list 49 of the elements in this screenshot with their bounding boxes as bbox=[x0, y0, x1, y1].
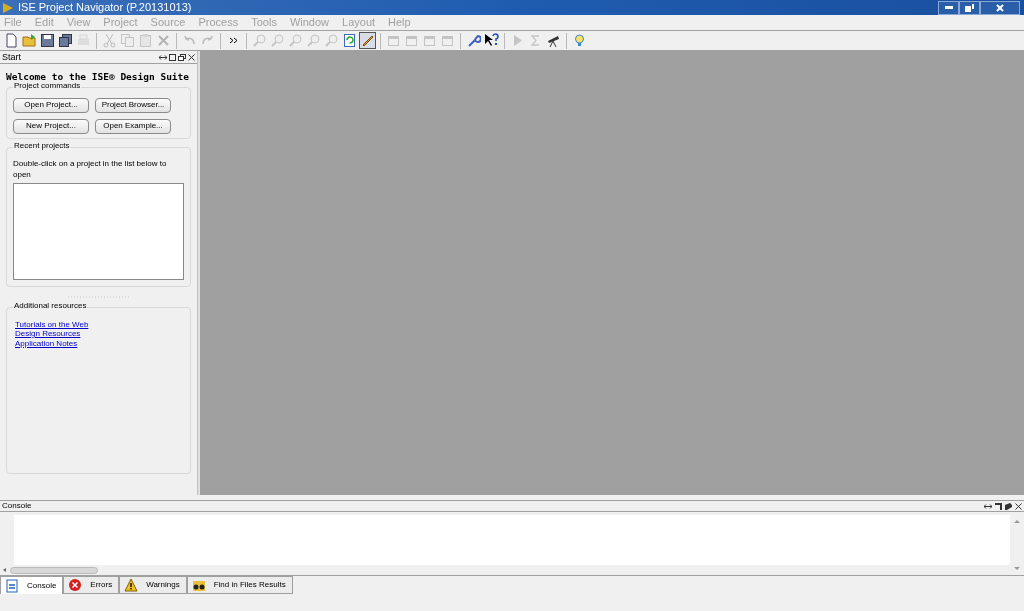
scroll-thumb[interactable] bbox=[10, 566, 98, 574]
arrows-icon[interactable] bbox=[984, 502, 992, 510]
scroll-down-icon[interactable] bbox=[1013, 566, 1021, 571]
group-title: Recent projects bbox=[13, 141, 71, 150]
command-button[interactable]: Open Example... bbox=[95, 118, 171, 134]
console-icon bbox=[5, 578, 19, 593]
wrench-icon[interactable] bbox=[466, 33, 481, 48]
close-icon[interactable] bbox=[1015, 502, 1022, 510]
resource-link[interactable]: Tutorials on the Web bbox=[15, 319, 89, 329]
panel-tab[interactable]: Find in Files Results bbox=[186, 576, 293, 594]
command-button[interactable]: Project Browser... bbox=[95, 97, 171, 113]
telescope-icon[interactable] bbox=[546, 33, 561, 48]
group-title: Project commands bbox=[13, 81, 82, 90]
dock-icon[interactable] bbox=[995, 502, 1002, 510]
warning-icon bbox=[124, 578, 139, 592]
app-logo-icon bbox=[2, 1, 14, 14]
welcome-heading: Welcome to the ISE® Design Suite bbox=[6, 72, 191, 82]
recent-list[interactable] bbox=[13, 182, 184, 280]
panel-tab[interactable]: Warnings bbox=[119, 576, 187, 594]
close-icon[interactable] bbox=[188, 53, 195, 61]
document-icon[interactable] bbox=[4, 33, 19, 48]
close-icon bbox=[996, 3, 1004, 12]
resource-link[interactable]: Design Resources bbox=[15, 329, 81, 339]
binoculars-icon bbox=[191, 578, 206, 592]
restore-button[interactable] bbox=[959, 0, 980, 15]
panel-title: Start bbox=[2, 52, 21, 62]
pencil-icon[interactable] bbox=[360, 33, 375, 48]
group-title: Additional resources bbox=[13, 301, 88, 310]
restore-icon bbox=[965, 3, 974, 12]
command-button[interactable]: Open Project... bbox=[13, 97, 89, 113]
float-icon[interactable] bbox=[169, 53, 176, 61]
panel-title: Console bbox=[2, 502, 32, 510]
minimize-button[interactable] bbox=[938, 0, 959, 15]
floppy-stack-icon[interactable] bbox=[58, 33, 73, 48]
refresh-icon[interactable] bbox=[342, 33, 357, 48]
error-icon bbox=[68, 578, 83, 592]
arrows-icon[interactable] bbox=[159, 53, 167, 61]
scroll-up-icon[interactable] bbox=[1013, 519, 1021, 524]
window-title: ISE Project Navigator (P.20131013) bbox=[18, 2, 192, 13]
lightbulb-icon[interactable] bbox=[572, 33, 587, 48]
help-pointer-icon[interactable] bbox=[484, 33, 499, 48]
floppy-icon[interactable] bbox=[40, 33, 55, 48]
panel-tab[interactable]: Errors bbox=[63, 576, 120, 594]
close-button[interactable] bbox=[980, 0, 1020, 15]
panel-tab[interactable]: Console bbox=[0, 576, 64, 594]
hint-text: Double-click on a project in the list below to open bbox=[13, 157, 168, 180]
command-button[interactable]: New Project... bbox=[13, 118, 89, 134]
resource-link[interactable]: Application Notes bbox=[15, 338, 78, 348]
minimize-icon bbox=[944, 6, 953, 9]
